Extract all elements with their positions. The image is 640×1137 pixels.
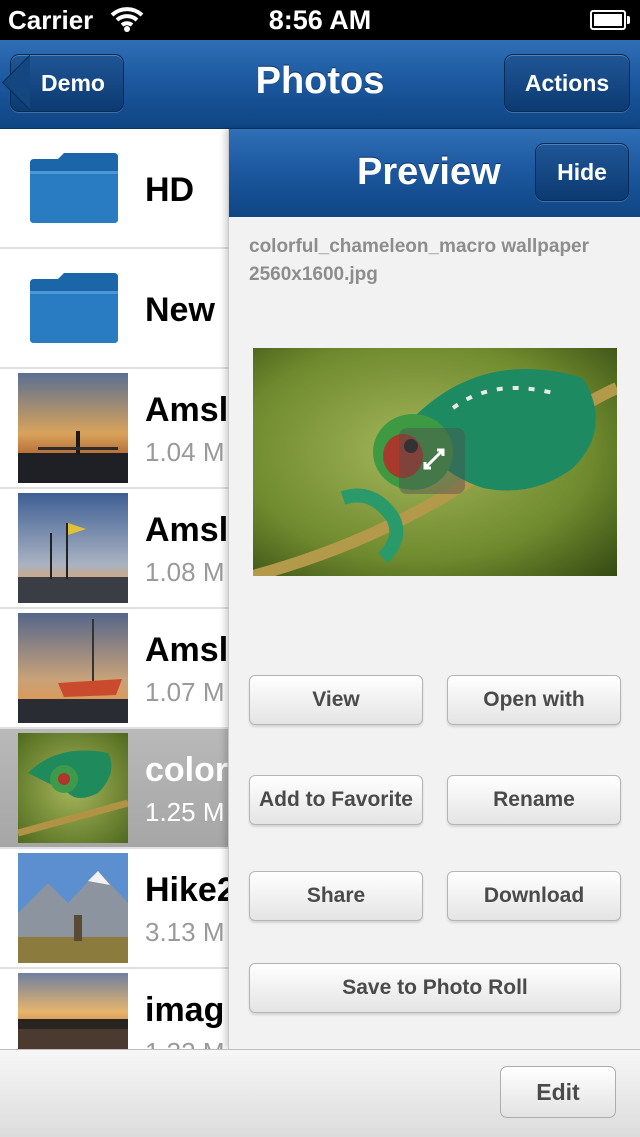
chameleon-thumbnail: [18, 733, 128, 843]
file-size: 1.04 M: [145, 437, 225, 467]
edit-button[interactable]: Edit: [500, 1066, 616, 1118]
red-boat-thumbnail: [18, 613, 128, 723]
file-size: 1.25 M: [145, 797, 225, 827]
battery-icon: [590, 10, 630, 30]
clock: 8:56 AM: [268, 5, 372, 35]
actions-button[interactable]: Actions: [504, 54, 630, 112]
mountain-hike-thumbnail: [18, 853, 128, 963]
file-size: 1.08 M: [145, 557, 225, 587]
hide-button[interactable]: Hide: [535, 143, 629, 201]
file-name: Hike2: [145, 871, 236, 909]
preview-filename: colorful_chameleon_macro wallpaper 2560x…: [249, 236, 590, 285]
file-name: New: [145, 291, 215, 329]
pier-dusk-thumbnail: [18, 973, 128, 1049]
file-size: 3.13 M: [145, 917, 225, 947]
open-with-button[interactable]: Open with: [447, 675, 621, 725]
file-name: Amsl: [145, 391, 229, 429]
navigation-bar: Demo Photos Actions: [0, 40, 640, 129]
status-bar: Carrier 8:56 AM: [0, 0, 640, 40]
harbor-flags-thumbnail: [18, 493, 128, 603]
save-to-photo-roll-button[interactable]: Save to Photo Roll: [249, 963, 621, 1013]
file-name: HD: [145, 171, 195, 209]
file-name: Amsl: [145, 511, 229, 549]
add-favorite-button[interactable]: Add to Favorite: [249, 775, 423, 825]
file-size: 1.07 M: [145, 677, 225, 707]
file-name: color: [145, 751, 229, 789]
chameleon-preview-image[interactable]: [253, 348, 617, 576]
folder-icon: [30, 153, 118, 223]
file-name: imag: [145, 991, 225, 1029]
preview-header: Preview Hide: [229, 129, 640, 217]
folder-icon: [30, 273, 118, 343]
file-size: 1.32 M: [145, 1037, 225, 1049]
preview-panel: Preview Hide colorful_chameleon_macro wa…: [228, 129, 640, 1049]
file-name: Amsl: [145, 631, 229, 669]
bottom-toolbar: Edit: [0, 1049, 640, 1137]
view-button[interactable]: View: [249, 675, 423, 725]
sunset-pier-thumbnail: [18, 373, 128, 483]
download-button[interactable]: Download: [447, 871, 621, 921]
rename-button[interactable]: Rename: [447, 775, 621, 825]
preview-title: Preview: [357, 151, 501, 193]
share-button[interactable]: Share: [249, 871, 423, 921]
